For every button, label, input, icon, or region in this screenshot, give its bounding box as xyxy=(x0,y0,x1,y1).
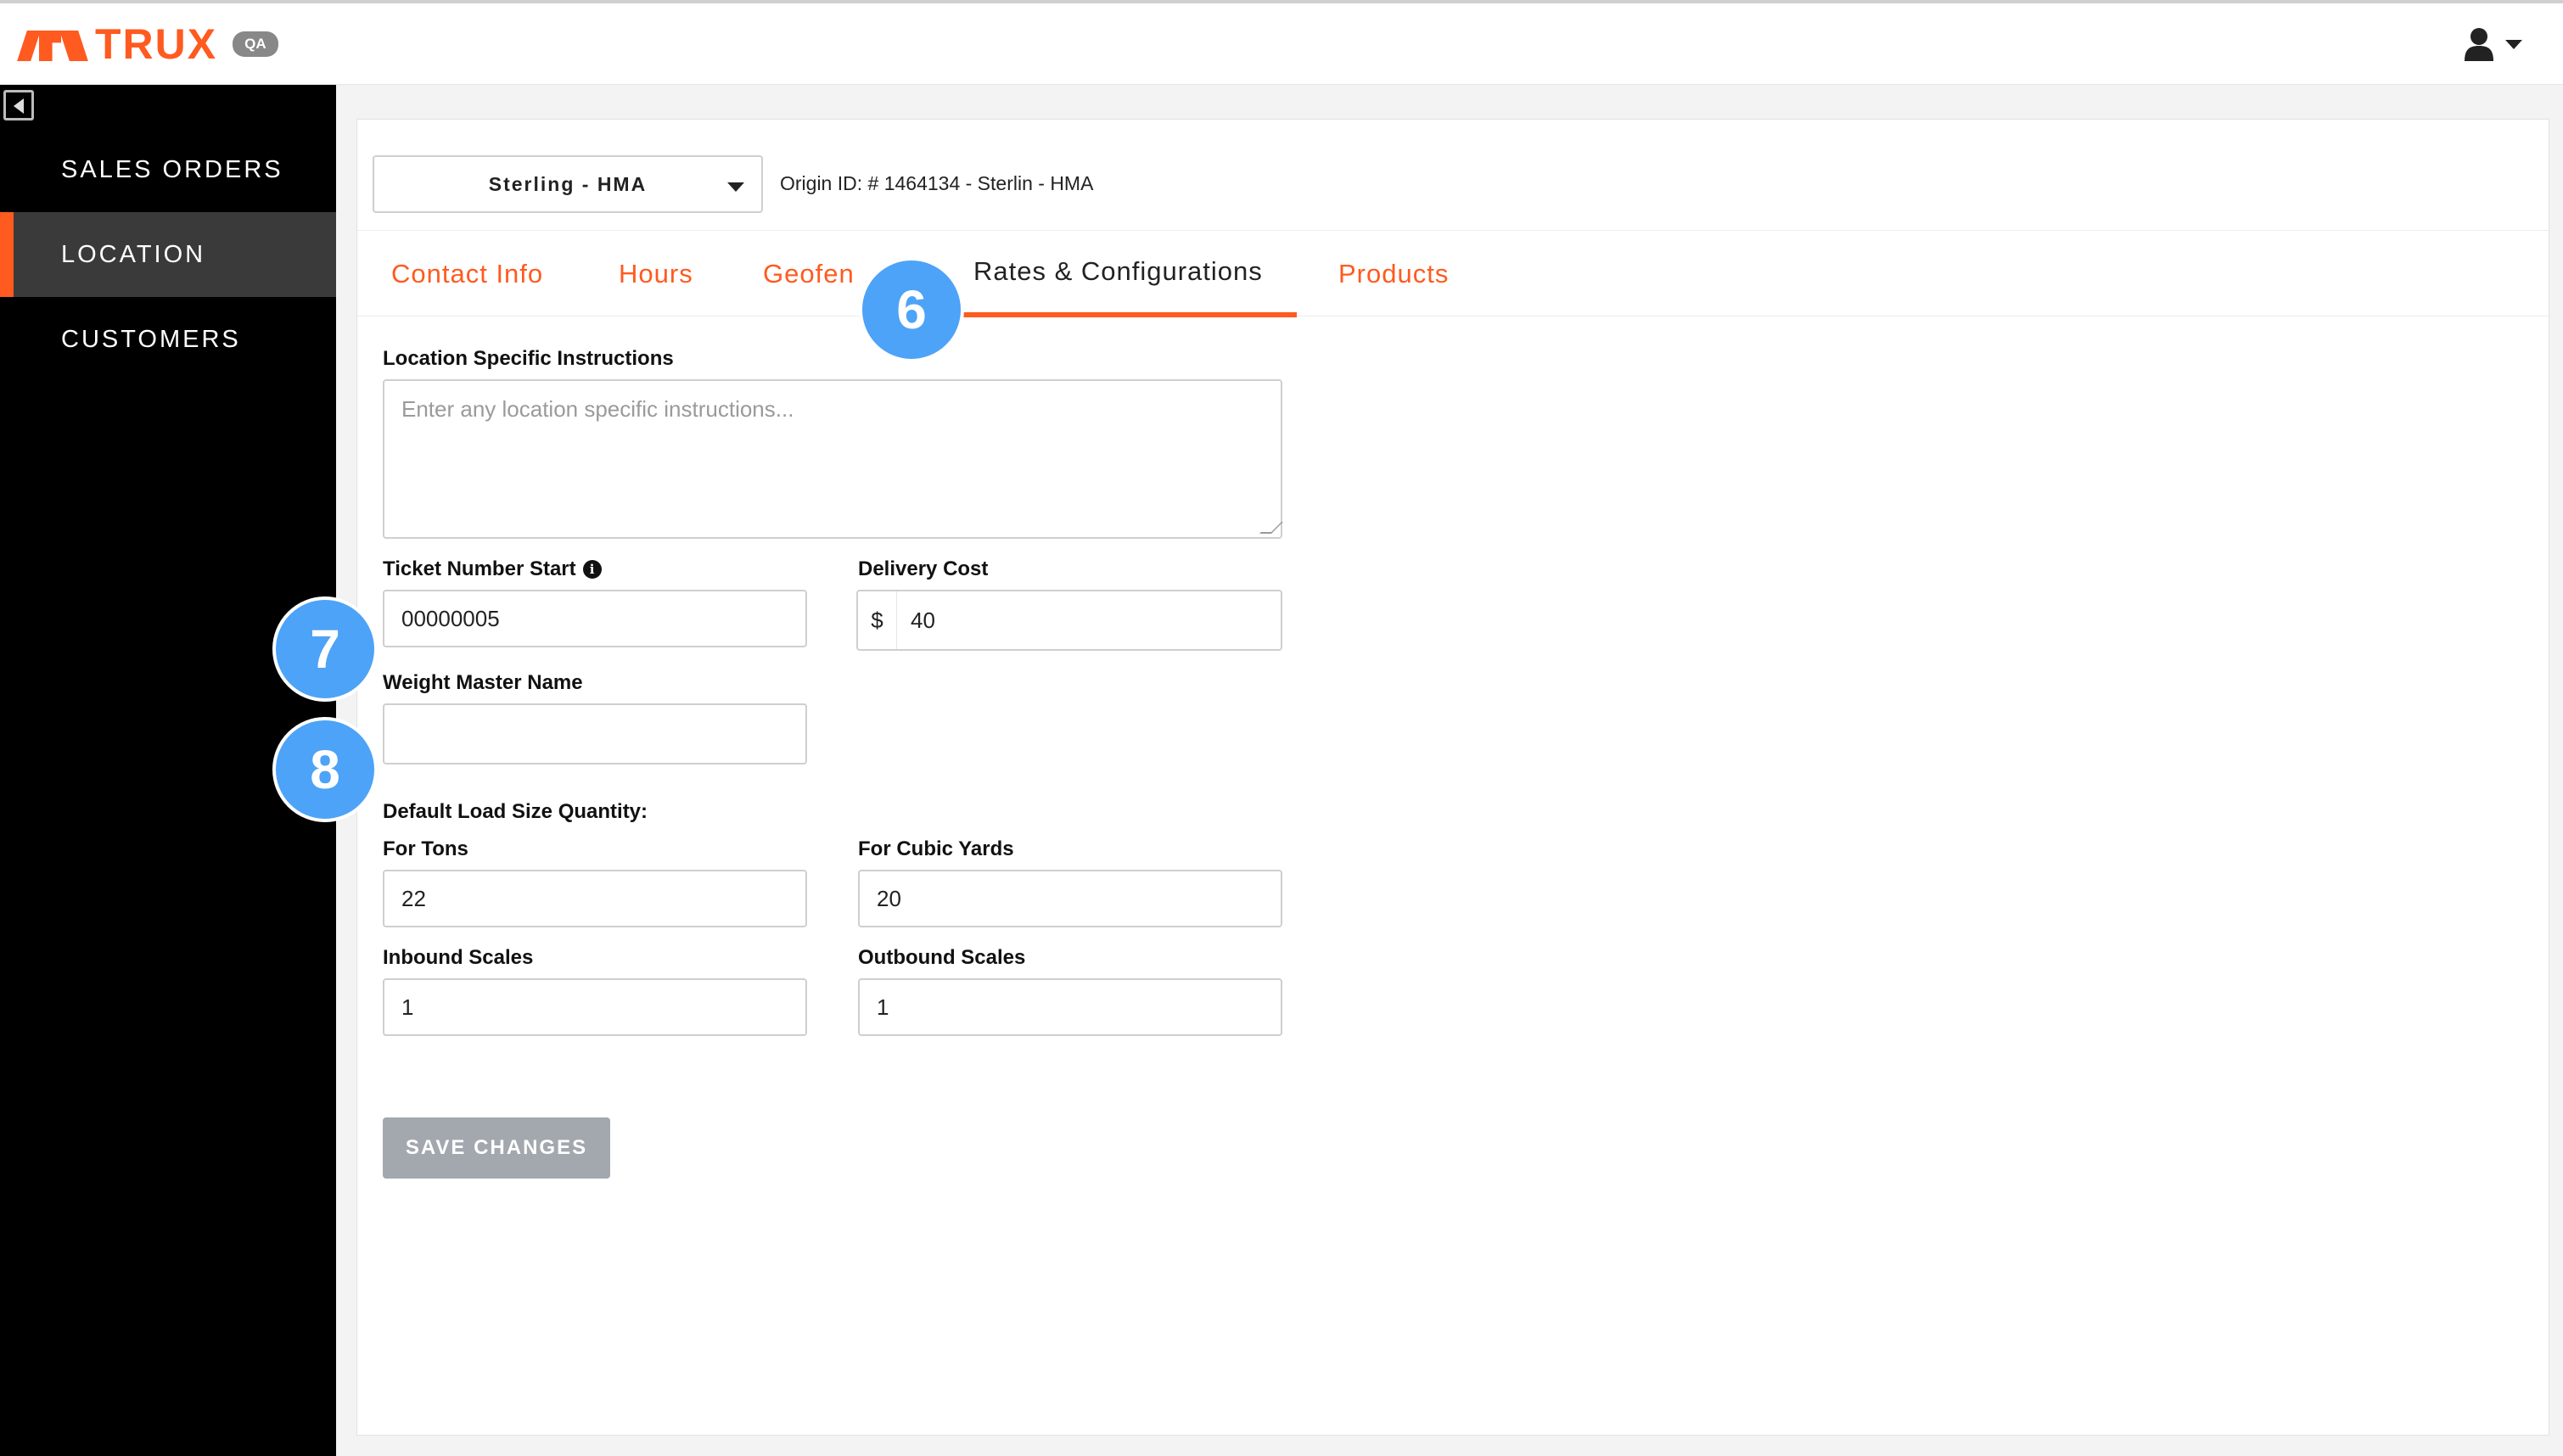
environment-badge: QA xyxy=(233,31,278,57)
step-badge-7: 7 xyxy=(272,596,378,702)
outbound-scales-value: 1 xyxy=(877,994,889,1020)
user-icon xyxy=(2465,28,2493,61)
tab-bar: Contact Info Hours Geofen Rates & Config… xyxy=(357,230,2550,317)
sidebar-item-label: SALES ORDERS xyxy=(61,155,283,183)
instructions-placeholder: Enter any location specific instructions… xyxy=(401,396,794,422)
delivery-cost-label: Delivery Cost xyxy=(858,557,989,580)
delivery-cost-input[interactable]: $ 40 xyxy=(856,590,1282,651)
logo-text: TRUX xyxy=(95,20,218,68)
caret-down-icon xyxy=(2505,39,2522,49)
location-select[interactable]: Sterling - HMA xyxy=(373,155,763,213)
save-changes-button[interactable]: SAVE CHANGES xyxy=(383,1117,610,1179)
tab-hours[interactable]: Hours xyxy=(619,231,693,317)
instructions-label: Location Specific Instructions xyxy=(383,347,674,370)
for-cubic-yards-value: 20 xyxy=(877,885,901,911)
for-cubic-yards-label: For Cubic Yards xyxy=(858,837,1014,860)
tab-products[interactable]: Products xyxy=(1338,231,1449,317)
location-select-value: Sterling - HMA xyxy=(488,172,648,195)
collapse-left-icon[interactable] xyxy=(3,90,34,120)
sidebar-item-label: LOCATION xyxy=(61,240,206,268)
location-panel: Sterling - HMA Origin ID: # 1464134 - St… xyxy=(272,119,2550,1436)
ticket-number-start-label: Ticket Number Start i xyxy=(383,557,602,581)
tab-geofence[interactable]: Geofen xyxy=(763,231,855,317)
sidebar-item-customers[interactable]: CUSTOMERS xyxy=(0,297,336,382)
origin-id: Origin ID: # 1464134 - Sterlin - HMA xyxy=(780,172,1094,194)
outbound-scales-input[interactable]: 1 xyxy=(858,978,1282,1036)
resize-handle-icon[interactable] xyxy=(1259,522,1283,534)
tab-rates-configurations[interactable]: Rates & Configurations xyxy=(962,231,1297,317)
ticket-number-start-input[interactable]: 00000005 xyxy=(383,590,807,647)
instructions-textarea[interactable]: Enter any location specific instructions… xyxy=(383,379,1283,539)
top-header: TRUX QA xyxy=(0,0,2563,85)
sidebar-item-label: CUSTOMERS xyxy=(61,325,241,353)
currency-prefix: $ xyxy=(858,591,897,649)
chevron-down-icon xyxy=(727,182,744,192)
for-tons-value: 22 xyxy=(401,885,426,911)
default-load-size-heading: Default Load Size Quantity: xyxy=(383,800,648,823)
weight-master-name-input[interactable] xyxy=(383,703,807,764)
trux-logo[interactable]: TRUX QA xyxy=(17,20,278,68)
main-content: Sterling - HMA Origin ID: # 1464134 - St… xyxy=(272,85,2563,1456)
weight-master-name-label: Weight Master Name xyxy=(383,671,583,694)
ticket-number-start-value: 00000005 xyxy=(401,605,500,631)
ticket-number-start-label-text: Ticket Number Start xyxy=(383,557,576,580)
inbound-scales-input[interactable]: 1 xyxy=(383,978,807,1036)
trux-logo-icon xyxy=(17,27,88,61)
inbound-scales-value: 1 xyxy=(401,994,414,1020)
info-icon[interactable]: i xyxy=(582,560,602,579)
tab-contact-info[interactable]: Contact Info xyxy=(391,231,543,317)
step-badge-6: 6 xyxy=(859,257,964,362)
for-cubic-yards-input[interactable]: 20 xyxy=(858,870,1282,927)
inbound-scales-label: Inbound Scales xyxy=(383,946,534,969)
step-badge-8: 8 xyxy=(272,717,378,822)
for-tons-input[interactable]: 22 xyxy=(383,870,807,927)
user-menu[interactable] xyxy=(2465,27,2522,61)
sidebar-item-location[interactable]: LOCATION xyxy=(0,212,336,297)
delivery-cost-value: 40 xyxy=(911,607,935,633)
sidebar-item-sales-orders[interactable]: SALES ORDERS xyxy=(0,127,336,212)
outbound-scales-label: Outbound Scales xyxy=(858,946,1026,969)
for-tons-label: For Tons xyxy=(383,837,468,860)
